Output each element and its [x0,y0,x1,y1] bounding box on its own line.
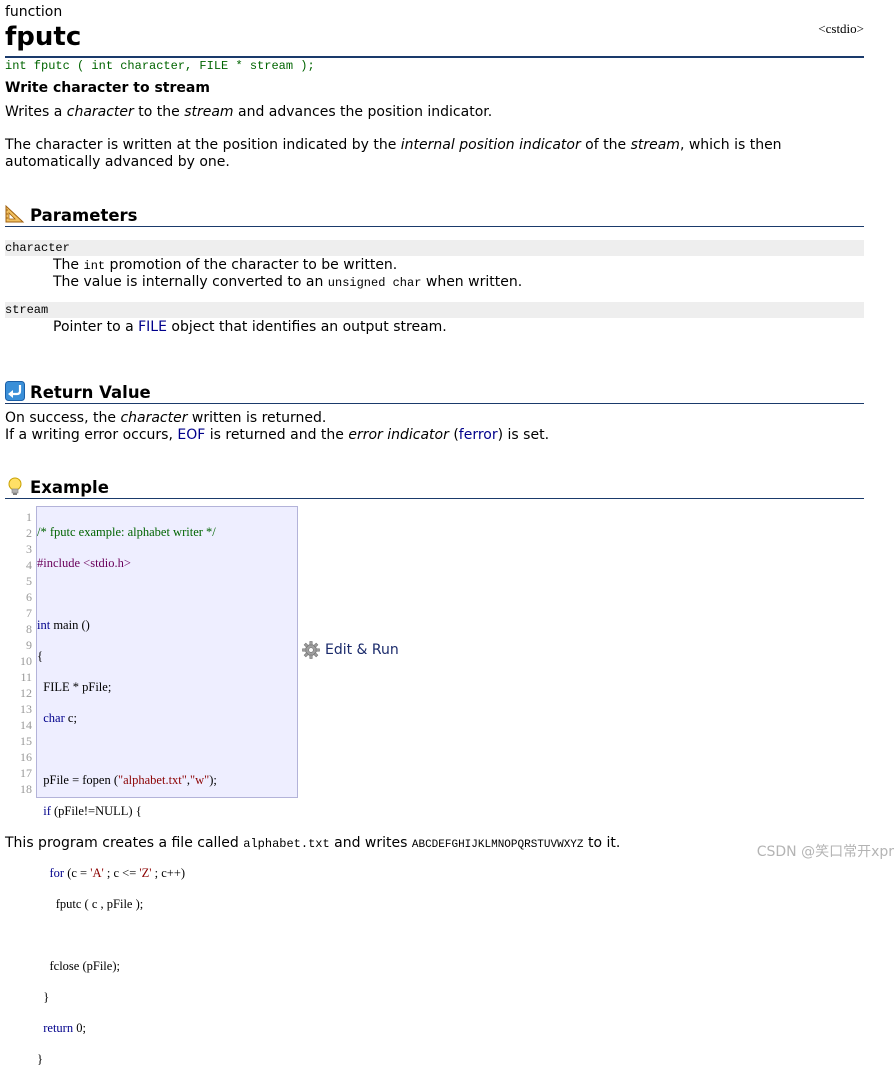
code-line-numbers: 1 2 3 4 5 6 7 8 9 10 11 12 13 14 15 16 17 18 [20,510,32,796]
code-lines: /* fputc example: alphabet writer */ #in… [37,509,217,1082]
code-line-5: { [37,649,43,663]
return-value-line-1: On success, the character written is ret… [5,410,327,426]
page-title: fputc [5,22,82,52]
return-value-heading: Return Value [5,381,864,404]
header-library-link[interactable]: <cstdio> [818,21,864,37]
title-divider [5,56,864,58]
code-line-18: } [37,1052,43,1066]
code-line-17: return 0; [43,1021,86,1035]
description-paragraph-1: Writes a character to the stream and adv… [5,104,493,120]
param-name-stream: stream [5,302,864,318]
param-name-character: character [5,240,864,256]
csdn-watermark: CSDN @笑口常开xpr [756,844,894,860]
code-line-12: for (c = 'A' ; c <= 'Z' ; c++) [49,866,186,880]
return-value-line-2: If a writing error occurs, EOF is return… [5,427,550,443]
ferror-link[interactable]: ferror [459,427,498,443]
code-line-7: char c; [43,711,77,725]
lightbulb-icon [8,477,22,495]
code-line-16: } [37,990,50,1004]
gear-icon [302,641,320,659]
param-desc-character-line-2: The value is internally converted to an … [53,274,523,290]
code-line-13: fputc ( c , pFile ); [37,897,144,911]
code-line-15: fclose (pFile); [37,959,120,973]
code-line-9: pFile = fopen ("alphabet.txt","w"); [37,773,217,787]
code-line-2: #include <stdio.h> [37,556,131,570]
brief-description: Write character to stream [5,80,210,96]
param-desc-stream: Pointer to a FILE object that identifies… [53,319,447,335]
description-paragraph-2: The character is written at the position… [5,137,782,170]
edit-run-label[interactable]: Edit & Run [325,642,399,658]
example-heading: Example [5,476,864,499]
code-line-1: /* fputc example: alphabet writer */ [37,525,216,539]
edit-run-button[interactable]: Edit & Run [302,641,399,659]
code-line-6: FILE * pFile; [37,680,112,694]
entity-kind: function [5,4,63,20]
code-line-4: int main () [37,618,90,632]
triangle-ruler-icon [5,204,25,223]
file-type-link[interactable]: FILE [138,319,167,335]
code-line-10: if (pFile!=NULL) { [43,804,142,818]
eof-link[interactable]: EOF [177,427,205,443]
param-desc-character-line-1: The int promotion of the character to be… [53,257,398,273]
function-prototype: int fputc ( int character, FILE * stream… [5,59,315,73]
return-arrow-icon [5,381,25,401]
example-explanation: This program creates a file called alpha… [5,835,621,851]
parameters-heading: Parameters [5,204,864,227]
